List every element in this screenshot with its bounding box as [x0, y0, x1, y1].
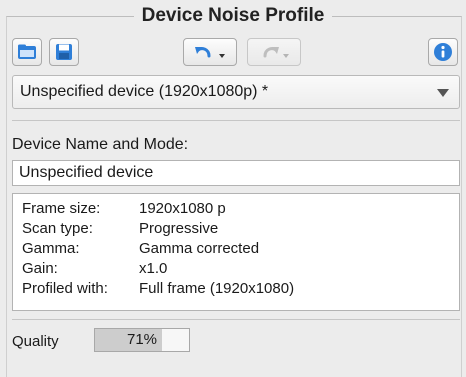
info-row-scan-type: Scan type: Progressive [22, 220, 219, 237]
info-row-profiled-with: Profiled with: Full frame (1920x1080) [22, 280, 295, 297]
floppy-disk-icon [56, 44, 72, 60]
undo-arrow-icon [195, 47, 225, 58]
device-info-box: Frame size: 1920x1080 p Scan type: Progr… [12, 193, 460, 311]
divider [12, 120, 460, 121]
quality-label: Quality [12, 333, 59, 350]
undo-button[interactable] [183, 38, 237, 66]
device-select[interactable]: Unspecified device (1920x1080p) * [12, 75, 460, 109]
info-row-gamma: Gamma: Gamma corrected [22, 240, 260, 257]
folder-icon [18, 44, 36, 59]
info-row-frame-size: Frame size: 1920x1080 p [22, 200, 226, 217]
open-button[interactable] [12, 38, 42, 66]
info-row-gain: Gain: x1.0 [22, 260, 168, 277]
device-select-value: Unspecified device (1920x1080p) * [20, 83, 269, 100]
device-name-label: Device Name and Mode: [12, 136, 189, 153]
info-icon [434, 43, 452, 61]
toolbar [12, 38, 460, 68]
panel-title: Device Noise Profile [0, 4, 466, 28]
save-button[interactable] [49, 38, 79, 66]
quality-progress-bar: 71% [94, 328, 190, 352]
info-button[interactable] [428, 38, 458, 66]
divider [12, 319, 460, 320]
chevron-down-icon [437, 89, 449, 97]
quality-value: 71% [126, 331, 158, 348]
redo-arrow-icon [263, 47, 289, 58]
device-name-field[interactable]: Unspecified device [12, 160, 460, 186]
redo-button[interactable] [247, 38, 301, 66]
